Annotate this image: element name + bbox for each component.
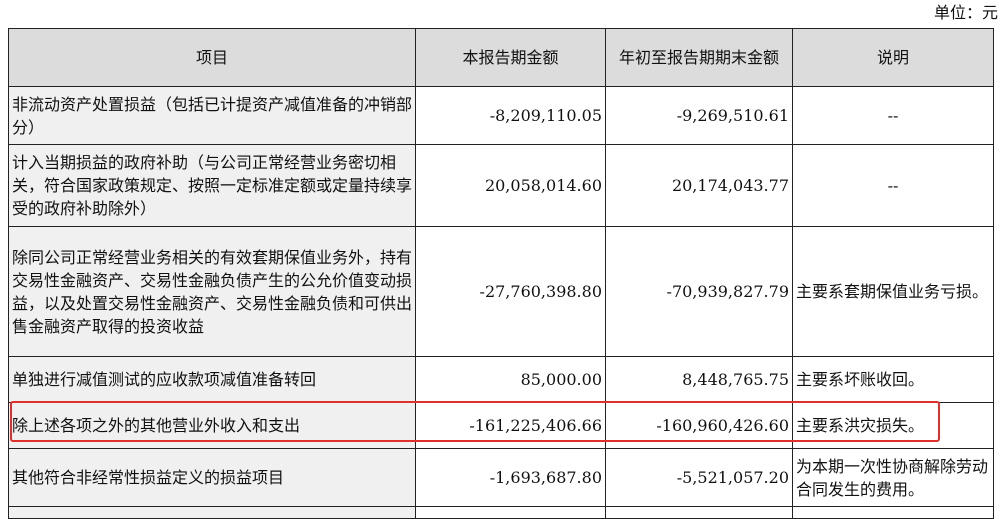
row-current-period: -1,693,687.80 [415, 448, 606, 507]
row-ytd: -9,269,510.61 [605, 86, 793, 145]
header-note: 说明 [792, 28, 994, 87]
row-item: 单独进行减值测试的应收款项减值准备转回 [8, 356, 416, 403]
row-item: 除上述各项之外的其他营业外收入和支出 [8, 402, 416, 449]
header-ytd: 年初至报告期期末金额 [605, 28, 793, 87]
row-note: 主要系洪灾损失。 [792, 402, 994, 449]
unit-label: 单位：元 [933, 3, 998, 22]
row-ytd: -70,939,827.79 [605, 226, 793, 357]
row-ytd: 20,174,043.77 [605, 144, 793, 227]
row-item: 除同公司正常经营业务相关的有效套期保值业务外，持有交易性金融资产、交易性金融负债… [8, 226, 416, 357]
row-item: 其他符合非经常性损益定义的损益项目 [8, 448, 416, 507]
table-row: 单独进行减值测试的应收款项减值准备转回 85,000.00 8,448,765.… [8, 356, 994, 403]
non-recurring-gains-table: 项目 本报告期金额 年初至报告期期末金额 说明 非流动资产处置损益（包括已计提资… [8, 28, 994, 519]
table-row-highlighted: 除上述各项之外的其他营业外收入和支出 -161,225,406.66 -160,… [8, 402, 994, 449]
row-item: 计入当期损益的政府补助（与公司正常经营业务密切相关，符合国家政策规定、按照一定标… [8, 144, 416, 227]
row-item: 非流动资产处置损益（包括已计提资产减值准备的冲销部分） [8, 86, 416, 145]
row-current-period: -8,209,110.05 [415, 86, 606, 145]
row-current-period: -161,225,406.66 [415, 402, 606, 449]
row-note: 主要系套期保值业务亏损。 [792, 226, 994, 357]
table-row: 非流动资产处置损益（包括已计提资产减值准备的冲销部分） -8,209,110.0… [8, 86, 994, 145]
row-note: 主要系坏账收回。 [792, 356, 994, 403]
table-row: 除同公司正常经营业务相关的有效套期保值业务外，持有交易性金融资产、交易性金融负债… [8, 226, 994, 357]
row-ytd: -160,960,426.60 [605, 402, 793, 449]
table-header-row: 项目 本报告期金额 年初至报告期期末金额 说明 [8, 28, 994, 87]
row-current-period: 20,058,014.60 [415, 144, 606, 227]
row-ytd: 8,448,765.75 [605, 356, 793, 403]
row-current-period: 85,000.00 [415, 356, 606, 403]
row-note: 为本期一次性协商解除劳动合同发生的费用。 [792, 448, 994, 507]
row-note: -- [792, 86, 994, 145]
table-row: 计入当期损益的政府补助（与公司正常经营业务密切相关，符合国家政策规定、按照一定标… [8, 144, 994, 227]
table-row: 其他符合非经常性损益定义的损益项目 -1,693,687.80 -5,521,0… [8, 448, 994, 507]
row-note: -- [792, 144, 994, 227]
row-ytd: -5,521,057.20 [605, 448, 793, 507]
header-current-period: 本报告期金额 [415, 28, 606, 87]
header-item: 项目 [8, 28, 416, 87]
row-current-period: -27,760,398.80 [415, 226, 606, 357]
